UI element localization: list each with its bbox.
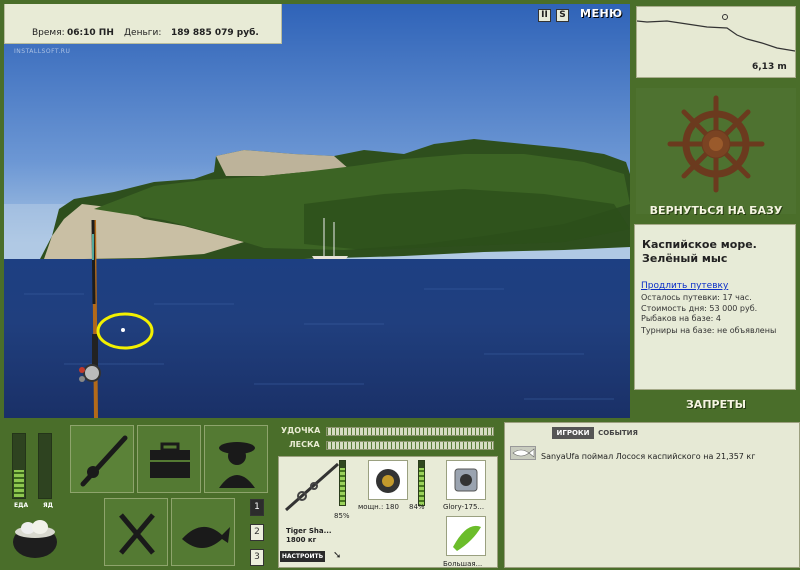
food-slot[interactable] <box>104 498 168 566</box>
pause-icon[interactable]: II <box>538 9 551 22</box>
fish-cage-slot[interactable] <box>171 498 235 566</box>
rod-weight: 1800 кг <box>286 536 317 544</box>
time-label: Время: <box>32 28 65 38</box>
tab-events[interactable]: СОБЫТИЯ <box>598 427 638 439</box>
cauldron-icon[interactable] <box>10 512 60 562</box>
fish-catch-icon <box>510 446 536 460</box>
rod-item-image[interactable] <box>282 460 342 516</box>
fishing-line-spool-icon <box>454 468 478 492</box>
ship-wheel-icon <box>667 95 765 193</box>
bait-item[interactable] <box>446 516 486 556</box>
menu-button[interactable]: МЕНЮ <box>580 7 623 20</box>
fish-icon <box>182 526 230 548</box>
day-cost: Стоимость дня: 53 000 руб. <box>641 304 758 313</box>
line-bar-label: ЛЕСКА <box>289 440 320 449</box>
location-title: Каспийское море. Зелёный мыс <box>642 238 757 265</box>
reel-item[interactable] <box>368 460 408 500</box>
event-message: SanyaUfa поймал Лосося каспийского на 21… <box>541 452 756 461</box>
bait-label: Большая... <box>443 560 483 568</box>
money-value: 189 885 079 руб. <box>171 28 259 38</box>
float-marker-icon <box>722 14 728 20</box>
tournaments-status: Турниры на базе: не объявлены <box>641 326 777 335</box>
permit-hours-left: Осталось путевки: 17 час. <box>641 293 752 302</box>
page-3-button[interactable]: 3 <box>250 549 264 566</box>
anglers-count: Рыбаков на базе: 4 <box>641 314 721 323</box>
money-label: Деньги: <box>124 28 162 38</box>
depth-value: 6,13 m <box>752 62 787 72</box>
rod-percent: 85% <box>334 512 350 520</box>
reel-wear-meter <box>418 460 425 506</box>
events-panel <box>504 422 800 568</box>
rod-bar-label: УДОЧКА <box>281 426 321 435</box>
reel-power-label: мощн.: 180 <box>358 503 399 511</box>
adjust-button[interactable]: НАСТРОИТЬ <box>280 551 325 562</box>
ship-wheel[interactable] <box>636 88 796 214</box>
fisherman-slot[interactable] <box>204 425 268 493</box>
poison-meter <box>38 433 52 499</box>
return-to-base-button[interactable]: ВЕРНУТЬСЯ НА БАЗУ <box>636 204 796 217</box>
arrow-down-right-icon[interactable]: ➘ <box>333 550 341 561</box>
line-item[interactable] <box>446 460 486 500</box>
rod-slot[interactable] <box>70 425 134 493</box>
reel-icon <box>376 469 400 493</box>
settings-icon[interactable]: S <box>556 9 569 22</box>
cutlery-icon <box>119 513 155 555</box>
rod-illustration <box>24 219 614 418</box>
rod-name: Tiger Sha... <box>286 527 332 535</box>
lure-icon <box>453 525 481 551</box>
status-bar: Время: 06:10 ПН Деньги: 189 885 079 руб. <box>4 4 282 44</box>
tackle-box-icon <box>150 442 190 478</box>
fishing-scene[interactable] <box>4 4 630 418</box>
watermark: INSTALLSOFT.RU <box>14 48 71 55</box>
rod-tension-bar <box>326 427 494 436</box>
bans-button[interactable]: ЗАПРЕТЫ <box>636 398 796 411</box>
page-2-button[interactable]: 2 <box>250 524 264 541</box>
rod-slot-icon <box>80 435 128 487</box>
tackle-box-slot[interactable] <box>137 425 201 493</box>
poison-label: ЯД <box>43 502 53 509</box>
line-item-label: Glory-175... <box>443 503 485 511</box>
food-label: ЕДА <box>14 502 29 509</box>
extend-permit-link[interactable]: Продлить путевку <box>641 281 728 291</box>
food-meter <box>12 433 26 499</box>
tab-players[interactable]: ИГРОКИ <box>552 427 594 439</box>
page-1-button[interactable]: 1 <box>250 499 264 516</box>
time-value: 06:10 ПН <box>67 28 114 38</box>
rod-wear-meter <box>339 460 346 506</box>
fisherman-icon <box>219 442 255 488</box>
reel-percent: 84% <box>409 503 425 511</box>
line-tension-bar <box>326 441 494 450</box>
